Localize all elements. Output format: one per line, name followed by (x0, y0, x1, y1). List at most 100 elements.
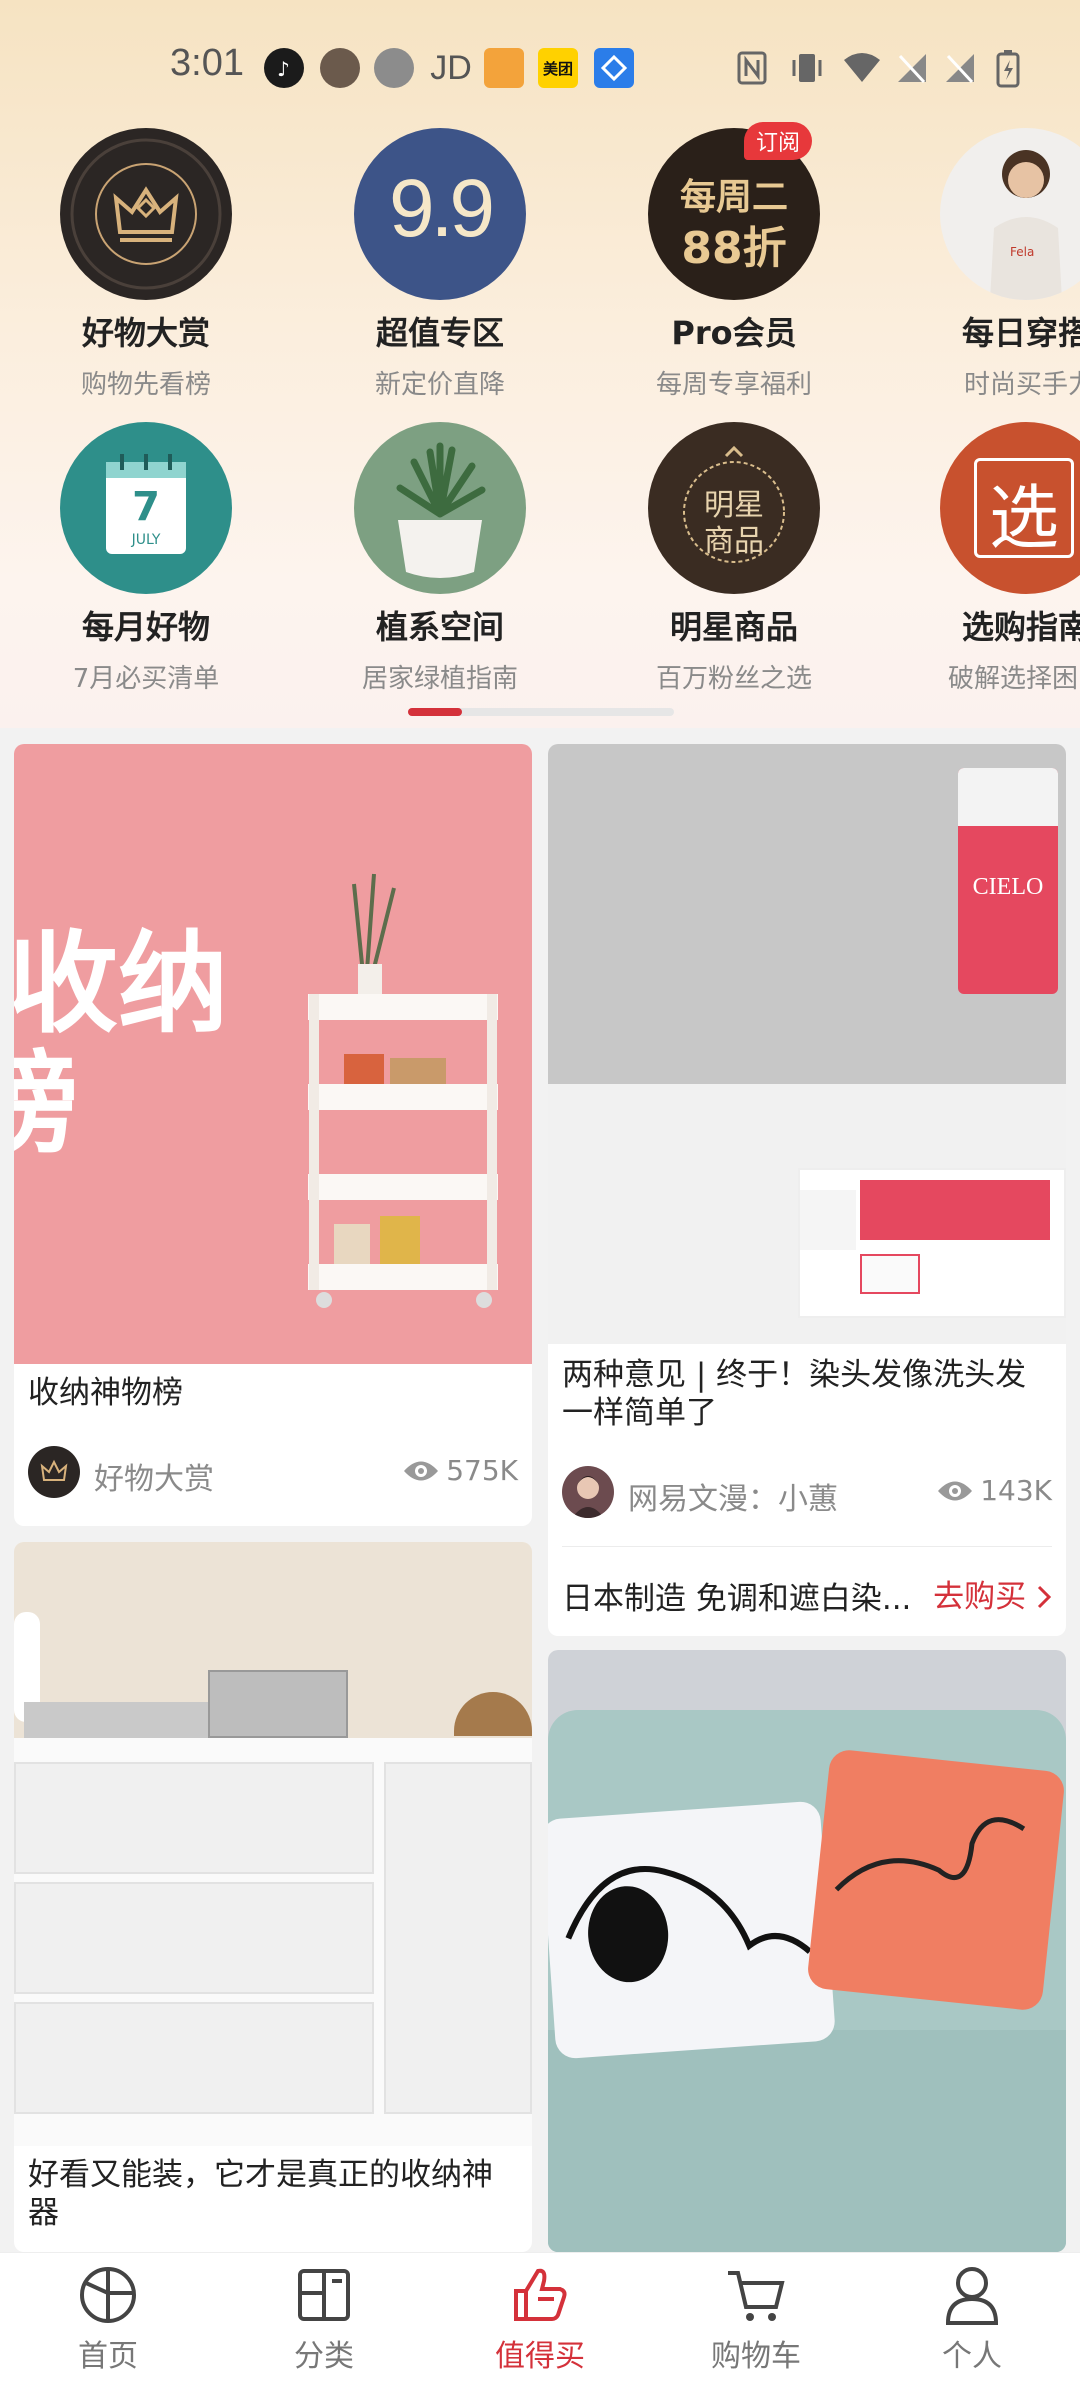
card-meta: 好物大赏 575K (28, 1446, 518, 1502)
app-icon (320, 48, 360, 88)
pager-indicator (408, 708, 462, 716)
nav-label: 首页 (78, 2339, 138, 2374)
category-title: 好物大赏 (81, 314, 210, 352)
product-brand: CIELO (972, 874, 1044, 900)
nfc-icon (736, 50, 768, 86)
category-item-chaozhi[interactable]: 9.9 超值专区 新定价直降 (310, 128, 570, 401)
nav-category[interactable]: 分类 (254, 2263, 394, 2375)
wifi-icon (842, 50, 882, 86)
category-subtitle: 居家绿植指南 (361, 664, 518, 694)
app-icon (374, 48, 414, 88)
category-item-chuanda[interactable]: Fela 每日穿搭 时尚买手力 (898, 128, 1080, 401)
eye-icon (938, 1481, 973, 1500)
status-bar: 3:01 ♪ JD 美团 (0, 0, 1080, 140)
feed-card[interactable]: CIELO 两种意见 | 终于！染头发像洗头发一样简单了 网易文漫：小蕙 143… (548, 744, 1066, 1636)
category-subtitle: 百万粉丝之选 (655, 664, 812, 694)
nav-label: 值得买 (495, 2339, 585, 2374)
card-title: 好看又能装，它才是真正的收纳神器 (28, 2157, 493, 2231)
category-title: 每日穿搭 (962, 314, 1080, 352)
svg-text:Fela: Fela (1010, 245, 1034, 259)
app-icon (594, 48, 634, 88)
product-name: 日本制造 免调和遮白染... (562, 1581, 912, 1617)
nav-home[interactable]: 首页 (38, 2263, 178, 2375)
category-subtitle: 每周专享福利 (655, 370, 812, 400)
nav-worth-buying[interactable]: 值得买 (470, 2263, 610, 2375)
author-name[interactable]: 网易文漫：小蕙 (628, 1474, 838, 1518)
signal-off-icon (944, 50, 976, 86)
card-image-text-line1: 收纳 (14, 920, 228, 1048)
status-time: 3:01 (170, 42, 244, 84)
subscribe-badge[interactable]: 订阅 (743, 122, 812, 160)
avatar[interactable] (562, 1466, 614, 1518)
view-count: 575K (402, 1454, 518, 1487)
pillow-white (548, 1800, 837, 2060)
category-subtitle: 时尚买手力 (964, 370, 1080, 400)
game-icon (484, 48, 524, 88)
buy-row[interactable]: 日本制造 免调和遮白染... 去购买 (562, 1546, 1052, 1632)
view-count-value: 143K (980, 1474, 1052, 1507)
category-subtitle: 破解选择困 (948, 664, 1079, 694)
calendar-icon: 7 JULY (60, 422, 232, 594)
thumbs-up-icon (514, 2268, 567, 2321)
category-item-xuangou[interactable]: 选 选购指南 破解选择困 (898, 422, 1080, 695)
category-title: 明星商品 (669, 608, 798, 646)
home-icon (80, 2267, 136, 2323)
guide-glyph: 选 (989, 477, 1059, 559)
profile-icon (945, 2267, 999, 2325)
nav-label: 个人 (942, 2339, 1002, 2374)
category-icon (298, 2269, 350, 2321)
category-title: Pro会员 (671, 314, 797, 352)
feed-card[interactable] (548, 1650, 1066, 2252)
category-title: 超值专区 (375, 314, 504, 352)
model-photo: Fela (940, 128, 1080, 300)
view-count: 143K (936, 1474, 1052, 1507)
card-meta: 网易文漫：小蕙 143K (562, 1466, 1052, 1522)
calendar-month: JULY (131, 532, 161, 548)
vibrate-icon (790, 50, 822, 86)
calendar-day: 7 (132, 484, 160, 530)
feed-card[interactable]: 收纳 榜 收纳神物榜 好物大赏 575K (14, 744, 532, 1526)
badge-line2: 88折 (681, 223, 787, 274)
category-item-haowudashang[interactable]: 好物大赏 购物先看榜 (16, 128, 276, 401)
view-count-value: 575K (446, 1454, 518, 1487)
category-title: 选购指南 (962, 608, 1080, 646)
bottom-nav: 首页 分类 值得买 购物车 个人 (0, 2252, 1080, 2400)
product-bottle: CIELO (958, 768, 1058, 994)
category-subtitle: 7月必买清单 (72, 664, 220, 694)
tiktok-icon: ♪ (264, 48, 304, 88)
svg-text:♪: ♪ (277, 57, 290, 81)
price-glyph: 9.9 (389, 163, 495, 254)
eye-icon (404, 1461, 439, 1480)
guide-icon: 选 (940, 422, 1080, 594)
card-image-text-line2: 榜 (14, 1040, 78, 1168)
card-title: 两种意见 | 终于！染头发像洗头发一样简单了 (562, 1357, 1027, 1431)
pillow-orange (806, 1748, 1066, 2012)
avatar[interactable] (28, 1446, 80, 1498)
category-title: 植系空间 (375, 608, 504, 646)
category-item-zhixi[interactable]: 植系空间 居家绿植指南 (310, 422, 570, 695)
nav-label: 购物车 (711, 2339, 801, 2374)
nav-label: 分类 (294, 2339, 354, 2374)
author-name[interactable]: 好物大赏 (94, 1454, 214, 1498)
card-image: 收纳 榜 (14, 744, 532, 1364)
category-item-meiyue[interactable]: 7 JULY 每月好物 7月必买清单 (16, 422, 276, 695)
price-9.9-icon: 9.9 (354, 128, 526, 300)
cart-icon (728, 2271, 785, 2321)
chevron-right-icon (1036, 1579, 1052, 1615)
battery-icon (996, 50, 1020, 88)
plant-icon (354, 422, 526, 594)
signal-off-icon (896, 50, 928, 86)
category-item-mingxing[interactable]: 明星 商品 明星商品 百万粉丝之选 (604, 422, 864, 695)
buy-button[interactable]: 去购买 (933, 1571, 1052, 1616)
jd-icon: JD (430, 48, 472, 87)
category-subtitle: 购物先看榜 (80, 370, 211, 400)
card-image (14, 1542, 532, 2146)
nav-profile[interactable]: 个人 (902, 2263, 1042, 2375)
feed-card[interactable]: 好看又能装，它才是真正的收纳神器 (14, 1542, 532, 2252)
star-product-icon: 明星 商品 (648, 422, 820, 594)
nav-cart[interactable]: 购物车 (686, 2263, 826, 2375)
category-subtitle: 新定价直降 (374, 370, 505, 400)
category-item-pro[interactable]: 每周二 88折 订阅 Pro会员 每周专享福利 (604, 122, 864, 401)
buy-button-label: 去购买 (933, 1579, 1027, 1615)
badge-line2: 商品 (704, 524, 764, 559)
